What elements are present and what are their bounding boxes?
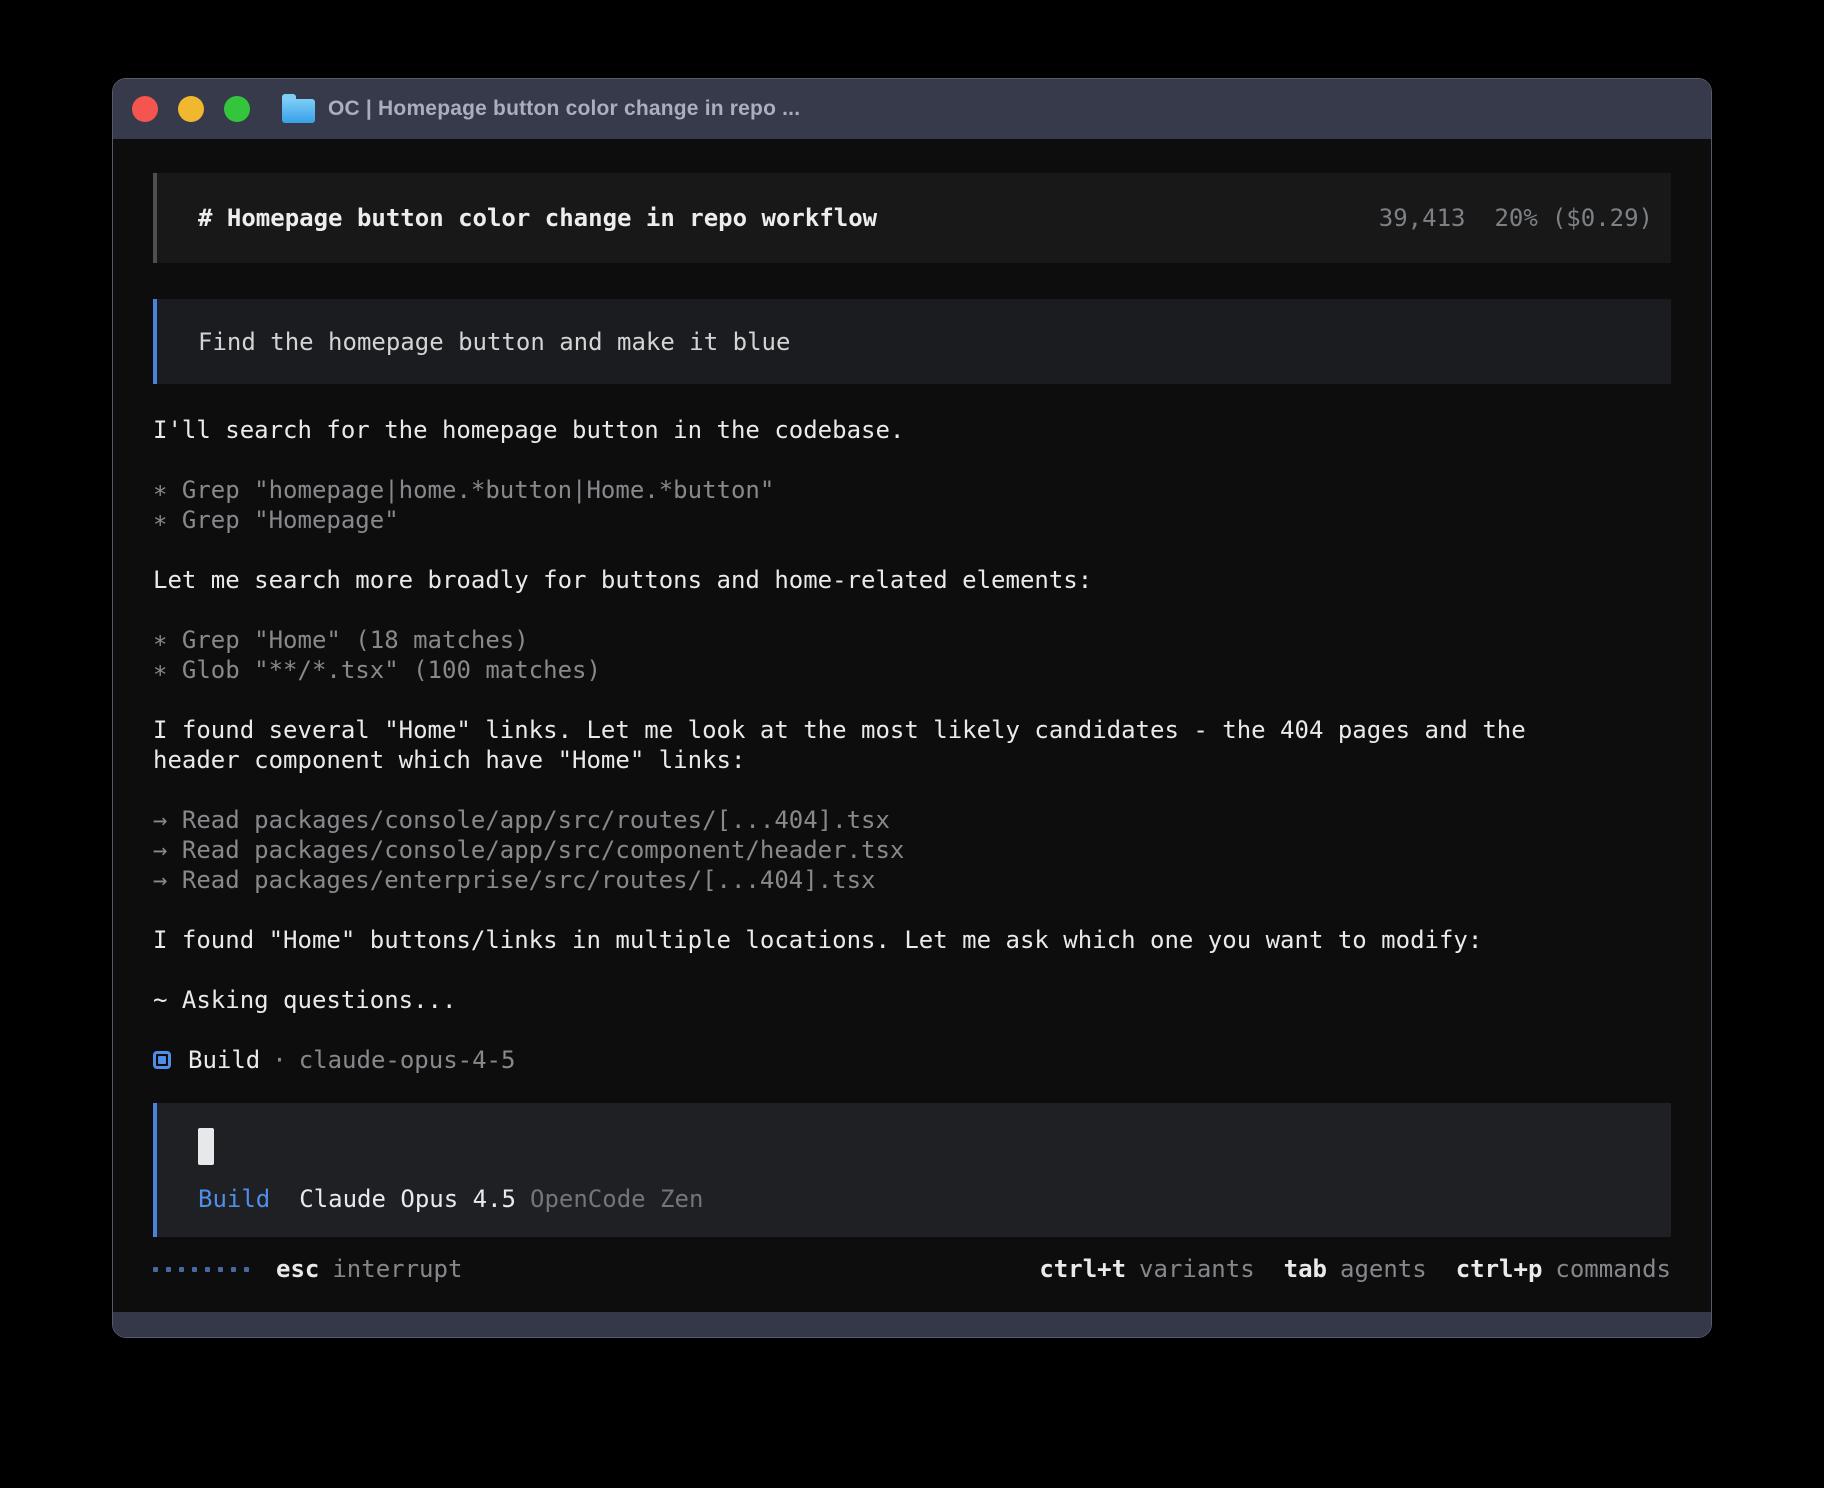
spinner-dot [192, 1267, 197, 1272]
transcript-line-text: I found several "Home" links. Let me loo… [153, 715, 1569, 775]
transcript-line-tool: ∗ Grep "Homepage" [153, 505, 1569, 535]
minimize-button[interactable] [178, 96, 204, 122]
hint-key: tab [1284, 1254, 1327, 1284]
hint-label: variants [1139, 1254, 1255, 1284]
hint-key: ctrl+p [1456, 1254, 1543, 1284]
transcript-line-tool: ∗ Grep "Home" (18 matches) [153, 625, 1569, 655]
input-status-row: Build Claude Opus 4.5 OpenCode Zen [198, 1185, 703, 1213]
transcript-line-tool: ∗ Grep "homepage|home.*button|Home.*butt… [153, 475, 1569, 505]
user-message: Find the homepage button and make it blu… [153, 299, 1671, 384]
input-model-label[interactable]: Claude Opus 4.5 [299, 1185, 516, 1213]
spinner-dot [205, 1267, 210, 1272]
tool-asterisk-icon: ∗ [153, 656, 167, 684]
context-percent: 20% [1494, 204, 1537, 232]
hint-key: ctrl+t [1039, 1254, 1126, 1284]
transcript-line-tool: → Read packages/console/app/src/componen… [153, 835, 1569, 865]
left-hints: esc interrupt [276, 1254, 462, 1284]
input-provider-label: OpenCode Zen [530, 1185, 703, 1213]
titlebar[interactable]: OC | Homepage button color change in rep… [113, 79, 1711, 139]
title-group: OC | Homepage button color change in rep… [282, 96, 800, 123]
app-window: OC | Homepage button color change in rep… [112, 78, 1712, 1338]
tool-asterisk-icon: ∗ [153, 506, 167, 534]
transcript-line-text: Let me search more broadly for buttons a… [153, 565, 1569, 595]
spinner-dots-icon [153, 1267, 249, 1272]
spinner-dot [179, 1267, 184, 1272]
spinner-dot [244, 1267, 249, 1272]
read-arrow-icon: → [153, 866, 167, 894]
status-bar-left: esc interrupt [153, 1254, 462, 1284]
traffic-lights [132, 96, 250, 122]
transcript-line-tool: ∗ Glob "**/*.tsx" (100 matches) [153, 655, 1569, 685]
transcript-line-text: I'll search for the homepage button in t… [153, 415, 1569, 445]
folder-icon [282, 99, 315, 123]
transcript-line-tool: → Read packages/console/app/src/routes/[… [153, 805, 1569, 835]
keyboard-hint-esc: esc interrupt [276, 1254, 462, 1284]
tool-asterisk-icon: ∗ [153, 476, 167, 504]
transcript-line-tool: → Read packages/enterprise/src/routes/[.… [153, 865, 1569, 895]
text-cursor [198, 1128, 214, 1165]
transcript-line-status: ~ Asking questions... [153, 985, 1569, 1015]
keyboard-hint-tab: tab agents [1284, 1254, 1427, 1284]
separator-dot: · [272, 1045, 286, 1075]
session-title: # Homepage button color change in repo w… [198, 204, 877, 232]
transcript-line-text: I found "Home" buttons/links in multiple… [153, 925, 1569, 955]
session-header: # Homepage button color change in repo w… [153, 173, 1671, 263]
agent-status-row: Build · claude-opus-4-5 [153, 1045, 1671, 1075]
tool-asterisk-icon: ∗ [153, 626, 167, 654]
user-message-text: Find the homepage button and make it blu… [198, 328, 790, 356]
spinner-dot [153, 1267, 158, 1272]
agent-name: Build [188, 1045, 260, 1075]
input-agent-label[interactable]: Build [198, 1185, 270, 1213]
keyboard-hint-ctrl-t: ctrl+t variants [1039, 1254, 1254, 1284]
spinner-dot [166, 1267, 171, 1272]
hint-key: esc [276, 1254, 319, 1284]
agent-model: claude-opus-4-5 [299, 1045, 516, 1075]
agent-build-icon [153, 1051, 171, 1069]
zoom-button[interactable] [224, 96, 250, 122]
transcript: I'll search for the homepage button in t… [153, 415, 1671, 1015]
keyboard-hint-ctrl-p: ctrl+p commands [1456, 1254, 1671, 1284]
hint-label: agents [1340, 1254, 1427, 1284]
hint-label: interrupt [332, 1254, 462, 1284]
spinner-dot [231, 1267, 236, 1272]
status-bar-right: ctrl+t variants tab agents ctrl+p commands [1039, 1254, 1671, 1284]
hint-label: commands [1555, 1254, 1671, 1284]
terminal-content: # Homepage button color change in repo w… [113, 139, 1711, 1312]
close-button[interactable] [132, 96, 158, 122]
window-title: OC | Homepage button color change in rep… [328, 97, 800, 121]
session-stats: 39,413 20% ($0.29) [1263, 176, 1653, 260]
window-bottom-band [113, 1312, 1711, 1337]
prompt-input[interactable]: Build Claude Opus 4.5 OpenCode Zen [153, 1103, 1671, 1237]
read-arrow-icon: → [153, 836, 167, 864]
token-count: 39,413 [1379, 204, 1466, 232]
status-bar: escinterrupt ctrl+tvariantstabagentsctrl… [153, 1254, 1671, 1284]
session-cost: ($0.29) [1552, 204, 1653, 232]
read-arrow-icon: → [153, 806, 167, 834]
spinner-dot [218, 1267, 223, 1272]
